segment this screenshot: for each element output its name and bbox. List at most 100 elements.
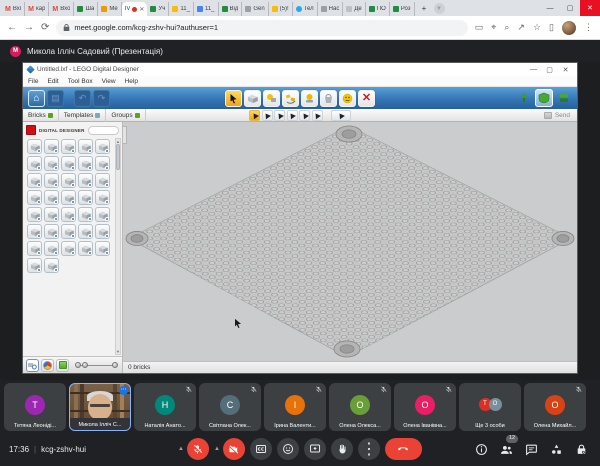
brick-thumbnail[interactable]: [78, 156, 93, 171]
participant-tile[interactable]: О Олена Михайл...: [524, 383, 586, 431]
ldd-maximize-button[interactable]: ▢: [542, 64, 557, 76]
brick-thumbnail[interactable]: [44, 207, 59, 222]
brick-info-icon[interactable]: [37, 268, 41, 272]
brick-info-icon[interactable]: [37, 200, 41, 204]
brick-info-icon[interactable]: [71, 183, 75, 187]
leave-call-button[interactable]: [385, 438, 422, 460]
ldd-build-mode-button[interactable]: [516, 90, 532, 106]
menu-item-file[interactable]: File: [28, 78, 38, 85]
scrollbar-thumb[interactable]: [116, 144, 120, 170]
brick-info-icon[interactable]: [88, 200, 92, 204]
brick-info-icon[interactable]: [71, 200, 75, 204]
url-bar[interactable]: meet.google.com/kcg-zshv-hui?authuser=1: [56, 20, 467, 36]
select-shape-button[interactable]: [287, 110, 298, 121]
brick-thumbnail[interactable]: [27, 139, 42, 154]
menu-item-edit[interactable]: Edit: [47, 78, 58, 85]
palette-tab-groups[interactable]: Groups: [106, 109, 145, 122]
ldd-hinge-align-tool-button[interactable]: [282, 90, 299, 107]
brick-info-icon[interactable]: [37, 183, 41, 187]
more-options-button[interactable]: ⋮: [358, 438, 380, 460]
brick-info-icon[interactable]: [105, 149, 109, 153]
participant-video-tile[interactable]: ⋯ Микола Ілліч С...: [69, 383, 131, 431]
menu-item-help[interactable]: Help: [125, 78, 138, 85]
filter-color-button[interactable]: [41, 359, 54, 372]
captions-button[interactable]: [250, 438, 272, 460]
brick-thumbnail[interactable]: [61, 156, 76, 171]
browser-tab[interactable]: Тел: [293, 2, 318, 16]
ldd-close-button[interactable]: ✕: [558, 64, 573, 76]
brick-info-icon[interactable]: [105, 234, 109, 238]
host-controls-button[interactable]: [575, 443, 588, 456]
browser-tab[interactable]: (5)!: [269, 2, 293, 16]
brick-thumbnail[interactable]: [27, 190, 42, 205]
brick-thumbnail[interactable]: [61, 224, 76, 239]
participant-tile[interactable]: T Тетяна Леоніді...: [4, 383, 66, 431]
brick-info-icon[interactable]: [54, 268, 58, 272]
brick-search-input[interactable]: [88, 126, 119, 135]
brick-info-icon[interactable]: [54, 234, 58, 238]
palette-tab-templates[interactable]: Templates: [59, 109, 107, 122]
forward-icon[interactable]: →: [24, 23, 34, 33]
brick-info-icon[interactable]: [105, 251, 109, 255]
tab-search-chevron-icon[interactable]: ▼: [434, 3, 445, 14]
browser-tab[interactable]: Роз: [390, 2, 415, 16]
participant-tile[interactable]: О Олена Іванівна...: [394, 383, 456, 431]
participants-button[interactable]: 12: [500, 443, 513, 456]
ldd-flex-tool-button[interactable]: [301, 90, 318, 107]
brick-info-icon[interactable]: [88, 183, 92, 187]
brick-thumbnail[interactable]: [78, 190, 93, 205]
mic-options-chevron-icon[interactable]: ▲: [178, 446, 184, 452]
brick-thumbnail[interactable]: [95, 156, 110, 171]
brick-info-icon[interactable]: [88, 149, 92, 153]
brick-info-icon[interactable]: [88, 166, 92, 170]
brick-thumbnail[interactable]: [44, 258, 59, 273]
palette-scrollbar[interactable]: ▲ ▼: [115, 138, 121, 355]
brick-thumbnail[interactable]: [95, 241, 110, 256]
brick-info-icon[interactable]: [88, 217, 92, 221]
brick-thumbnail[interactable]: [27, 173, 42, 188]
brick-thumbnail[interactable]: [27, 207, 42, 222]
brick-info-icon[interactable]: [105, 183, 109, 187]
thumb-size-slider[interactable]: [74, 359, 119, 372]
participant-tile[interactable]: С Світлана Олек...: [199, 383, 261, 431]
brick-info-icon[interactable]: [71, 217, 75, 221]
reactions-button[interactable]: [277, 438, 299, 460]
ldd-select-tool-button[interactable]: [225, 90, 242, 107]
browser-menu-icon[interactable]: ⋮: [584, 23, 593, 32]
browser-tab[interactable]: MВхі: [2, 2, 25, 16]
brick-thumbnail[interactable]: [44, 139, 59, 154]
brick-thumbnail[interactable]: [78, 139, 93, 154]
tile-menu-icon[interactable]: ⋯: [119, 386, 128, 395]
menu-item-tool-box[interactable]: Tool Box: [68, 78, 93, 85]
browser-tab[interactable]: 11_: [169, 2, 194, 16]
menu-item-view[interactable]: View: [102, 78, 116, 85]
panel-collapse-handle[interactable]: [123, 126, 127, 144]
media-control-icon[interactable]: ▭: [475, 23, 484, 32]
camera-off-button[interactable]: [223, 438, 245, 460]
ldd-home-button[interactable]: ⌂: [28, 90, 45, 107]
browser-tab[interactable]: Gen: [242, 2, 268, 16]
brick-thumbnail[interactable]: [78, 224, 93, 239]
ldd-hide-tool-button[interactable]: [339, 90, 356, 107]
browser-tab[interactable]: ІV✕: [122, 2, 148, 16]
brick-thumbnail[interactable]: [44, 156, 59, 171]
brick-info-icon[interactable]: [37, 217, 41, 221]
raise-hand-button[interactable]: [331, 438, 353, 460]
brick-info-icon[interactable]: [54, 166, 58, 170]
brick-thumbnail[interactable]: [61, 139, 76, 154]
participant-tile[interactable]: О Олена Олекса...: [329, 383, 391, 431]
brick-thumbnail[interactable]: [44, 173, 59, 188]
brick-info-icon[interactable]: [54, 183, 58, 187]
new-tab-button[interactable]: +: [419, 3, 430, 14]
browser-tab[interactable]: Уч: [147, 2, 169, 16]
ldd-gallery-mode-button[interactable]: [556, 90, 572, 106]
participant-tile[interactable]: Н Наталія Анато...: [134, 383, 196, 431]
browser-tab[interactable]: MВхо: [49, 2, 74, 16]
brick-info-icon[interactable]: [54, 217, 58, 221]
brick-info-icon[interactable]: [105, 217, 109, 221]
back-icon[interactable]: ←: [7, 23, 17, 33]
ldd-view-mode-button[interactable]: [535, 89, 553, 107]
build-canvas[interactable]: [123, 122, 577, 361]
participant-tile[interactable]: І Ірина Валенти...: [264, 383, 326, 431]
send-control[interactable]: Send: [544, 112, 577, 119]
